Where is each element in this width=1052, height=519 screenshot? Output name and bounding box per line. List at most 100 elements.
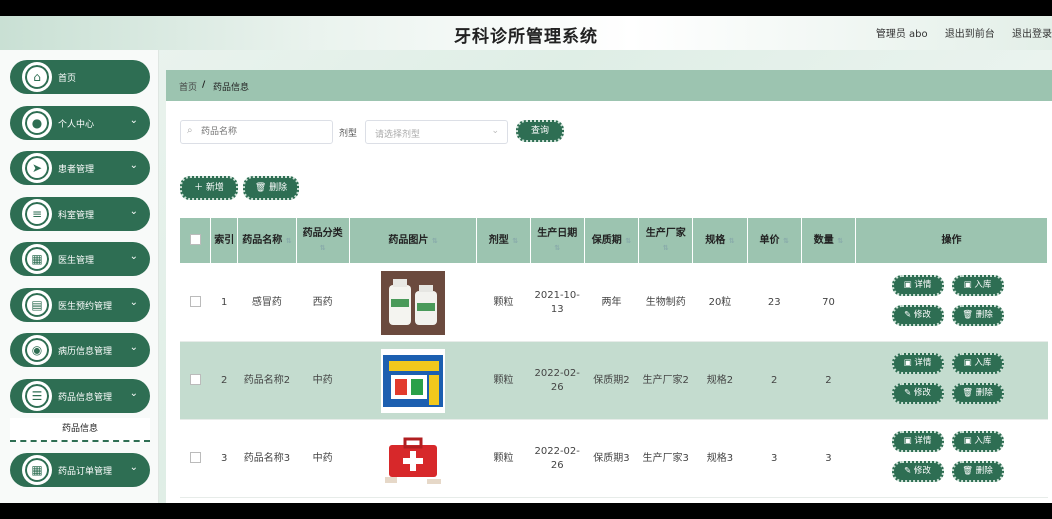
chevron-down-icon: ⌄ xyxy=(129,462,138,473)
sort-icon[interactable]: ⇅ xyxy=(783,237,789,245)
cell-shelf-life: 保质期3 xyxy=(584,419,639,498)
sort-icon[interactable]: ⇅ xyxy=(663,244,669,252)
cell-category: 中药 xyxy=(296,341,350,420)
checkbox[interactable] xyxy=(189,374,201,385)
column-header: 操作 xyxy=(855,217,1048,264)
column-header[interactable]: 剂型 ⇅ xyxy=(476,217,531,264)
clipboard-icon: ▤ xyxy=(22,290,52,320)
table-row: 2 药品名称2 中药 颗粒 2022-02-26 保质期2 生产厂家2 规格2 2 2 ▣ 详情 ▣ … xyxy=(179,341,1048,420)
sidebar-item-0[interactable]: ⌂ 首页 xyxy=(10,60,150,94)
stock-in-button[interactable]: ▣ 入库 xyxy=(951,352,1004,374)
back-to-front-link[interactable]: 退出到前台 xyxy=(945,29,995,40)
column-header[interactable]: 生产日期 ⇅ xyxy=(529,217,585,264)
medicine-image xyxy=(381,270,446,335)
column-header[interactable]: 数量 ⇅ xyxy=(800,217,857,264)
sidebar-item-6[interactable]: ◉ 病历信息管理 ⌄ xyxy=(10,333,150,367)
checkbox[interactable] xyxy=(189,452,201,463)
batch-delete-button[interactable]: 🗑 删除 xyxy=(243,176,299,200)
sort-icon[interactable]: ⇅ xyxy=(837,237,843,245)
sidebar-item-label: 医生预约管理 xyxy=(58,302,113,312)
column-header[interactable]: 生产厂家 ⇅ xyxy=(638,217,694,264)
sort-icon[interactable]: ⇅ xyxy=(320,244,326,252)
column-header: 索引 xyxy=(210,217,239,264)
column-label: 药品名称 xyxy=(242,234,283,246)
cell-image xyxy=(349,263,477,342)
sort-icon[interactable]: ⇅ xyxy=(286,237,292,245)
sort-icon[interactable]: ⇅ xyxy=(432,237,438,245)
sidebar-item-7[interactable]: ☰ 药品信息管理 ⌄ xyxy=(10,379,150,413)
edit-button[interactable]: ✎ 修改 xyxy=(891,304,944,326)
grid-icon: ▦ xyxy=(22,244,52,274)
sidebar-item-3[interactable]: ≡ 科室管理 ⌄ xyxy=(10,197,150,231)
sidebar-item-1[interactable]: ● 个人中心 ⌄ xyxy=(10,106,150,140)
sort-icon[interactable]: ⇅ xyxy=(625,237,631,245)
select-all-checkbox[interactable] xyxy=(178,217,212,264)
sidebar-item-8[interactable]: ▦ 药品订单管理 ⌄ xyxy=(10,453,150,487)
list-icon: ☰ xyxy=(22,381,52,411)
detail-button[interactable]: ▣ 详情 xyxy=(891,274,944,296)
grid-icon: ▦ xyxy=(22,455,52,485)
cell-category: 西药 xyxy=(296,263,350,342)
checkbox[interactable] xyxy=(189,234,201,245)
sidebar-item-label: 病历信息管理 xyxy=(58,347,113,357)
cell-quantity: 70 xyxy=(801,263,856,342)
main-area: 首页 / 药品信息 ⌕ 剂型 请选择剂型 ⌄ 查询 ＋ 新增 🗑 删除 xyxy=(166,70,1052,503)
stock-in-button[interactable]: ▣ 入库 xyxy=(951,274,1004,296)
sort-icon[interactable]: ⇅ xyxy=(554,244,560,252)
detail-button[interactable]: ▣ 详情 xyxy=(891,352,944,374)
column-header[interactable]: 药品图片 ⇅ xyxy=(348,217,478,264)
submenu-item-medicine-info[interactable]: 药品信息 xyxy=(10,418,150,442)
top-links: 管理员 abo 退出到前台 退出登录 xyxy=(862,25,1052,40)
table-row: 3 药品名称3 中药 颗粒 2022-02-26 保质期3 生产厂家3 规格3 3 3 ▣ 详情 ▣ … xyxy=(179,419,1048,498)
top-bar: 牙科诊所管理系统 管理员 abo 退出到前台 退出登录 xyxy=(0,16,1052,50)
query-button[interactable]: 查询 xyxy=(516,120,564,142)
breadcrumb-home[interactable]: 首页 xyxy=(179,80,197,93)
current-user: 管理员 abo xyxy=(875,29,928,40)
chevron-down-icon: ⌄ xyxy=(129,342,138,353)
add-button[interactable]: ＋ 新增 xyxy=(180,176,238,200)
cell-form: 颗粒 xyxy=(476,419,531,498)
form-type-select[interactable]: 请选择剂型 ⌄ xyxy=(365,120,508,144)
column-label: 索引 xyxy=(214,234,235,246)
sidebar-item-label: 药品信息管理 xyxy=(58,393,113,403)
delete-button[interactable]: 🗑 删除 xyxy=(951,382,1004,404)
send-icon: ➤ xyxy=(22,153,52,183)
column-header[interactable]: 药品分类 ⇅ xyxy=(295,217,350,264)
medicine-name-search[interactable]: ⌕ xyxy=(180,120,333,144)
column-label: 数量 xyxy=(813,234,834,246)
sort-icon[interactable]: ⇅ xyxy=(512,237,518,245)
checkbox[interactable] xyxy=(189,296,201,307)
column-header[interactable]: 规格 ⇅ xyxy=(692,217,748,264)
breadcrumb-separator: / xyxy=(202,80,206,90)
cell-image xyxy=(349,341,477,420)
column-header[interactable]: 药品名称 ⇅ xyxy=(237,217,297,264)
cell-date: 2022-02-26 xyxy=(530,341,585,420)
delete-button[interactable]: 🗑 删除 xyxy=(951,460,1004,482)
cell-name: 药品名称3 xyxy=(237,419,297,498)
content-panel: ⌕ 剂型 请选择剂型 ⌄ 查询 ＋ 新增 🗑 删除 索引药品名称 ⇅药品分类 ⇅… xyxy=(166,101,1052,503)
cell-maker: 生产厂家3 xyxy=(638,419,693,498)
sidebar-item-5[interactable]: ▤ 医生预约管理 ⌄ xyxy=(10,288,150,322)
chevron-down-icon: ⌄ xyxy=(129,160,138,171)
sidebar-item-2[interactable]: ➤ 患者管理 ⌄ xyxy=(10,151,150,185)
medicine-name-input[interactable] xyxy=(199,124,329,140)
row-checkbox-cell[interactable] xyxy=(179,263,211,342)
delete-button[interactable]: 🗑 删除 xyxy=(951,304,1004,326)
sort-icon[interactable]: ⇅ xyxy=(729,237,735,245)
cell-date: 2021-10-13 xyxy=(530,263,585,342)
edit-button[interactable]: ✎ 修改 xyxy=(891,460,944,482)
cell-index: 3 xyxy=(210,419,238,498)
sidebar-item-label: 首页 xyxy=(58,74,77,84)
sidebar-item-4[interactable]: ▦ 医生管理 ⌄ xyxy=(10,242,150,276)
stock-in-button[interactable]: ▣ 入库 xyxy=(951,430,1004,452)
logout-link[interactable]: 退出登录 xyxy=(1012,29,1052,40)
column-header[interactable]: 保质期 ⇅ xyxy=(583,217,640,264)
row-checkbox-cell[interactable] xyxy=(179,419,211,498)
cell-category: 中药 xyxy=(296,419,350,498)
edit-button[interactable]: ✎ 修改 xyxy=(891,382,944,404)
detail-button[interactable]: ▣ 详情 xyxy=(891,430,944,452)
row-checkbox-cell[interactable] xyxy=(179,341,211,420)
column-header[interactable]: 单价 ⇅ xyxy=(746,217,802,264)
chevron-down-icon: ⌄ xyxy=(129,297,138,308)
column-label: 操作 xyxy=(941,234,962,246)
